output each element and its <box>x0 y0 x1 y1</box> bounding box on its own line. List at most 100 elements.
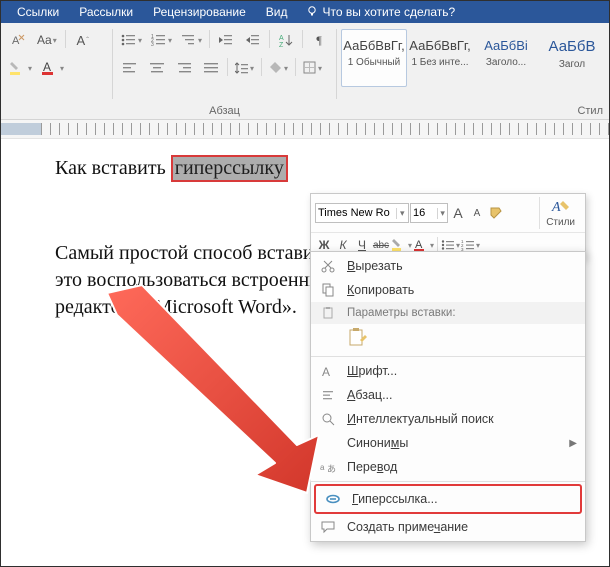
selected-text[interactable]: гиперссылку <box>171 155 288 182</box>
svg-text:3: 3 <box>151 42 154 47</box>
change-case-button[interactable]: Aa▾ <box>33 29 61 51</box>
ribbon-group-paragraph: ▾ 123▾ ▾ AZ ¶ ▾ ▾ ▾ <box>113 23 336 119</box>
menu-label: Создать примечание <box>347 520 468 534</box>
svg-text:a: a <box>320 463 325 472</box>
chevron-down-icon[interactable]: ▾ <box>396 208 408 219</box>
style-name: 1 Без инте... <box>408 57 472 68</box>
style-name: Заголо... <box>474 57 538 68</box>
numbering-button[interactable]: 123▾ <box>147 29 176 51</box>
paragraph-group-label: Абзац <box>113 105 336 117</box>
styles-label: Стили <box>546 217 575 228</box>
decrease-indent-button[interactable] <box>213 29 239 51</box>
menu-label: Вырезать <box>347 259 403 273</box>
multilevel-list-button[interactable]: ▾ <box>177 29 206 51</box>
style-preview: АаБбВвГг, <box>342 34 406 57</box>
menu-paste-header: Параметры вставки: <box>311 302 585 324</box>
ribbon-tabs: Ссылки Рассылки Рецензирование Вид Что в… <box>1 1 609 23</box>
menu-label: Гиперссылка... <box>352 492 438 506</box>
format-painter-button[interactable] <box>487 204 505 222</box>
svg-text:Z: Z <box>279 42 284 47</box>
tab-references[interactable]: Ссылки <box>7 1 69 23</box>
line-spacing-button[interactable]: ▾ <box>231 57 258 79</box>
menu-synonyms[interactable]: Синонимы ▶ <box>311 431 585 455</box>
svg-text:A: A <box>43 60 51 74</box>
style-preview: АаБбВі <box>474 34 538 57</box>
svg-text:A: A <box>322 365 330 378</box>
change-case-label: Aa <box>37 33 52 47</box>
sort-button[interactable]: AZ <box>273 29 299 51</box>
lightbulb-icon <box>306 5 318 20</box>
font-color-button[interactable]: A▾ <box>37 57 68 79</box>
clipboard-icon <box>317 306 339 320</box>
menu-hyperlink[interactable]: Гиперссылка... <box>314 484 582 514</box>
shading-button[interactable]: ▾ <box>265 57 292 79</box>
font-icon: A <box>317 364 339 378</box>
svg-text:A: A <box>12 35 20 47</box>
menu-font[interactable]: A Шрифт... <box>311 359 585 383</box>
increase-indent-button[interactable] <box>240 29 266 51</box>
font-name-combo[interactable]: ▾ <box>315 203 409 223</box>
chevron-down-icon[interactable]: ▾ <box>437 208 447 219</box>
menu-label: Перевод <box>347 460 397 474</box>
menu-paragraph[interactable]: Абзац... <box>311 383 585 407</box>
style-heading2[interactable]: АаБбВ Загол <box>539 29 605 87</box>
style-heading1[interactable]: АаБбВі Заголо... <box>473 29 539 87</box>
menu-label: Синонимы <box>347 436 408 450</box>
styles-group-label: Стил <box>337 105 609 117</box>
align-left-button[interactable] <box>117 57 143 79</box>
tab-mailings[interactable]: Рассылки <box>69 1 143 23</box>
text-before-selection: Как вставить <box>55 157 171 179</box>
style-normal[interactable]: АаБбВвГг, 1 Обычный <box>341 29 407 87</box>
style-preview: АаБбВвГг, <box>408 34 472 57</box>
menu-new-comment[interactable]: Создать примечание <box>311 515 585 539</box>
text-highlight-button[interactable]: ▾ <box>5 57 36 79</box>
comment-icon <box>317 520 339 534</box>
menu-label: Интеллектуальный поиск <box>347 412 494 426</box>
menu-smart-lookup[interactable]: Интеллектуальный поиск <box>311 407 585 431</box>
translate-icon: aあ <box>317 460 339 474</box>
styles-icon: A <box>551 198 571 217</box>
search-icon <box>317 412 339 426</box>
tab-view[interactable]: Вид <box>256 1 298 23</box>
justify-button[interactable] <box>198 57 224 79</box>
menu-label: Шрифт... <box>347 364 397 378</box>
clear-formatting-button[interactable]: A <box>5 29 31 51</box>
svg-text:A: A <box>551 200 561 214</box>
svg-text:あ: あ <box>327 464 336 474</box>
style-no-spacing[interactable]: АаБбВвГг, 1 Без инте... <box>407 29 473 87</box>
tab-review[interactable]: Рецензирование <box>143 1 256 23</box>
svg-text:A: A <box>279 35 284 42</box>
show-marks-button[interactable]: ¶ <box>306 29 332 51</box>
ribbon-group-font: A Aa▾ Aˆ ▾ A▾ <box>1 23 112 119</box>
align-right-button[interactable] <box>171 57 197 79</box>
menu-paste-options <box>311 324 585 354</box>
style-name: 1 Обычный <box>342 57 406 68</box>
styles-pane-button[interactable]: A Стили <box>539 197 581 229</box>
horizontal-ruler[interactable] <box>1 120 609 139</box>
grow-font-button[interactable]: Aˆ <box>70 29 96 51</box>
mini-toolbar: ▾ ▾ A A A Стили Ж К Ч abc ▾ A▾ <box>310 193 586 258</box>
shrink-font-button[interactable]: A <box>468 204 486 222</box>
scissors-icon <box>317 259 339 273</box>
tell-me[interactable]: Что вы хотите сделать? <box>298 5 464 20</box>
borders-button[interactable]: ▾ <box>299 57 326 79</box>
context-menu: Вырезать Копировать Параметры вставки: A… <box>310 251 586 542</box>
font-name-input[interactable] <box>316 205 396 221</box>
font-size-combo[interactable]: ▾ <box>410 203 448 223</box>
style-preview: АаБбВ <box>540 34 604 59</box>
paragraph-icon <box>317 388 339 402</box>
grow-font-button[interactable]: A <box>449 204 467 222</box>
menu-label: Копировать <box>347 283 414 297</box>
link-icon <box>322 492 344 506</box>
align-center-button[interactable] <box>144 57 170 79</box>
menu-cut[interactable]: Вырезать <box>311 254 585 278</box>
menu-translate[interactable]: aあ Перевод <box>311 455 585 479</box>
menu-copy[interactable]: Копировать <box>311 278 585 302</box>
paste-keep-source-button[interactable] <box>347 327 369 352</box>
bullets-button[interactable]: ▾ <box>117 29 146 51</box>
ribbon: A Aa▾ Aˆ ▾ A▾ ▾ 123▾ <box>1 23 609 120</box>
menu-label: Абзац... <box>347 388 393 402</box>
style-name: Загол <box>540 59 604 70</box>
ribbon-group-styles: АаБбВвГг, 1 Обычный АаБбВвГг, 1 Без инте… <box>337 23 609 119</box>
font-size-input[interactable] <box>411 205 437 221</box>
